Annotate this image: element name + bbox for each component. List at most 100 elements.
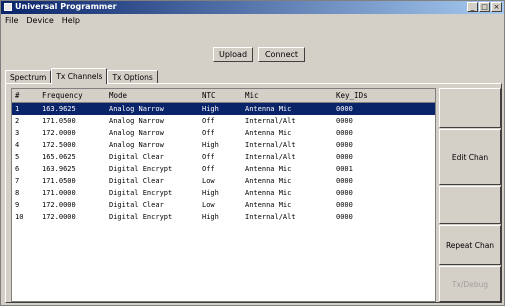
side-spacer — [439, 186, 501, 224]
cell-key-ids: 0000 — [336, 177, 353, 185]
cell-mode: Analog Narrow — [109, 117, 164, 125]
tab-tx-channels[interactable]: Tx Channels — [51, 68, 108, 84]
menu-bar: File Device Help — [1, 15, 504, 27]
cell-frequency: 165.0625 — [42, 153, 76, 161]
channel-table[interactable]: # Frequency Mode NTC Mic Key_IDs 1 163.9… — [11, 88, 436, 302]
table-header: # Frequency Mode NTC Mic Key_IDs — [12, 89, 435, 103]
cell-mode: Analog Narrow — [109, 141, 164, 149]
repeat-chan-button[interactable]: Repeat Chan — [439, 225, 501, 265]
table-row[interactable]: 10 172.0000 Digital Encrypt High Interna… — [12, 211, 435, 223]
cell-ntc: Low — [202, 201, 215, 209]
cell-mic: Internal/Alt — [245, 153, 296, 161]
cell-ntc: Off — [202, 129, 215, 137]
col-header-number[interactable]: # — [15, 90, 20, 101]
col-header-key-ids[interactable]: Key_IDs — [336, 90, 368, 101]
app-window: Universal Programmer _ □ × File Device H… — [0, 0, 505, 306]
cell-ntc: High — [202, 189, 219, 197]
cell-mic: Antenna Mic — [245, 177, 292, 185]
tab-spectrum[interactable]: Spectrum — [5, 70, 52, 84]
cell-mode: Digital Encrypt — [109, 189, 173, 197]
cell-key-ids: 0000 — [336, 153, 353, 161]
cell-frequency: 171.0500 — [42, 177, 76, 185]
minimize-button[interactable]: _ — [467, 2, 478, 12]
menu-file[interactable]: File — [5, 15, 18, 27]
tab-strip: Spectrum Tx Channels Tx Options — [5, 68, 158, 84]
cell-mode: Digital Clear — [109, 153, 164, 161]
col-header-mode[interactable]: Mode — [109, 90, 127, 101]
cell-mic: Antenna Mic — [245, 189, 292, 197]
cell-frequency: 163.9625 — [42, 105, 76, 113]
cell-mic: Internal/Alt — [245, 141, 296, 149]
close-button[interactable]: × — [491, 2, 502, 12]
table-row[interactable]: 9 172.0000 Digital Clear Low Antenna Mic… — [12, 199, 435, 211]
window-title: Universal Programmer — [15, 2, 117, 11]
cell-number: 3 — [15, 129, 20, 137]
cell-ntc: Off — [202, 153, 215, 161]
col-header-frequency[interactable]: Frequency — [42, 90, 83, 101]
cell-mode: Analog Narrow — [109, 129, 164, 137]
cell-ntc: High — [202, 213, 219, 221]
cell-frequency: 172.5000 — [42, 141, 76, 149]
table-row[interactable]: 1 163.9625 Analog Narrow High Antenna Mi… — [12, 103, 435, 115]
cell-number: 1 — [15, 105, 20, 113]
col-header-mic[interactable]: Mic — [245, 90, 259, 101]
cell-mic: Antenna Mic — [245, 129, 292, 137]
cell-key-ids: 0000 — [336, 189, 353, 197]
table-row[interactable]: 4 172.5000 Analog Narrow High Internal/A… — [12, 139, 435, 151]
cell-number: 4 — [15, 141, 20, 149]
edit-chan-button[interactable]: Edit Chan — [439, 129, 501, 185]
cell-ntc: Low — [202, 177, 215, 185]
cell-number: 2 — [15, 117, 20, 125]
cell-mic: Antenna Mic — [245, 201, 292, 209]
cell-number: 7 — [15, 177, 20, 185]
maximize-button[interactable]: □ — [479, 2, 490, 12]
cell-ntc: High — [202, 105, 219, 113]
upload-button[interactable]: Upload — [213, 47, 253, 62]
table-row[interactable]: 6 163.9625 Digital Encrypt Off Antenna M… — [12, 163, 435, 175]
cell-mic: Antenna Mic — [245, 165, 292, 173]
cell-mode: Digital Encrypt — [109, 165, 173, 173]
cell-ntc: Off — [202, 165, 215, 173]
cell-key-ids: 0000 — [336, 129, 353, 137]
cell-mode: Digital Clear — [109, 201, 164, 209]
tx-debug-button[interactable]: Tx/Debug — [439, 266, 501, 302]
table-row[interactable]: 3 172.0000 Analog Narrow Off Antenna Mic… — [12, 127, 435, 139]
cell-frequency: 171.0000 — [42, 189, 76, 197]
cell-key-ids: 0001 — [336, 165, 353, 173]
title-bar[interactable]: Universal Programmer _ □ × — [1, 1, 504, 14]
menu-help[interactable]: Help — [62, 15, 80, 27]
cell-frequency: 172.0000 — [42, 213, 76, 221]
cell-mode: Digital Clear — [109, 177, 164, 185]
table-row[interactable]: 5 165.0625 Digital Clear Off Internal/Al… — [12, 151, 435, 163]
cell-number: 8 — [15, 189, 20, 197]
tab-tx-options[interactable]: Tx Options — [107, 70, 158, 84]
cell-frequency: 171.0500 — [42, 117, 76, 125]
cell-frequency: 163.9625 — [42, 165, 76, 173]
cell-number: 5 — [15, 153, 20, 161]
side-spacer — [439, 88, 501, 128]
cell-ntc: Off — [202, 117, 215, 125]
cell-key-ids: 0000 — [336, 213, 353, 221]
menu-device[interactable]: Device — [26, 15, 53, 27]
cell-mic: Internal/Alt — [245, 117, 296, 125]
cell-key-ids: 0000 — [336, 141, 353, 149]
table-row[interactable]: 7 171.0500 Digital Clear Low Antenna Mic… — [12, 175, 435, 187]
cell-key-ids: 0000 — [336, 117, 353, 125]
cell-key-ids: 0000 — [336, 201, 353, 209]
connect-button[interactable]: Connect — [258, 47, 305, 62]
app-icon — [4, 3, 12, 11]
cell-frequency: 172.0000 — [42, 201, 76, 209]
cell-ntc: High — [202, 141, 219, 149]
cell-mic: Internal/Alt — [245, 213, 296, 221]
cell-mode: Digital Encrypt — [109, 213, 173, 221]
cell-frequency: 172.0000 — [42, 129, 76, 137]
table-row[interactable]: 8 171.0000 Digital Encrypt High Antenna … — [12, 187, 435, 199]
cell-mode: Analog Narrow — [109, 105, 164, 113]
cell-number: 10 — [15, 213, 24, 221]
cell-number: 9 — [15, 201, 20, 209]
cell-mic: Antenna Mic — [245, 105, 292, 113]
col-header-ntc[interactable]: NTC — [202, 90, 216, 101]
cell-key-ids: 0000 — [336, 105, 353, 113]
table-row[interactable]: 2 171.0500 Analog Narrow Off Internal/Al… — [12, 115, 435, 127]
cell-number: 6 — [15, 165, 20, 173]
